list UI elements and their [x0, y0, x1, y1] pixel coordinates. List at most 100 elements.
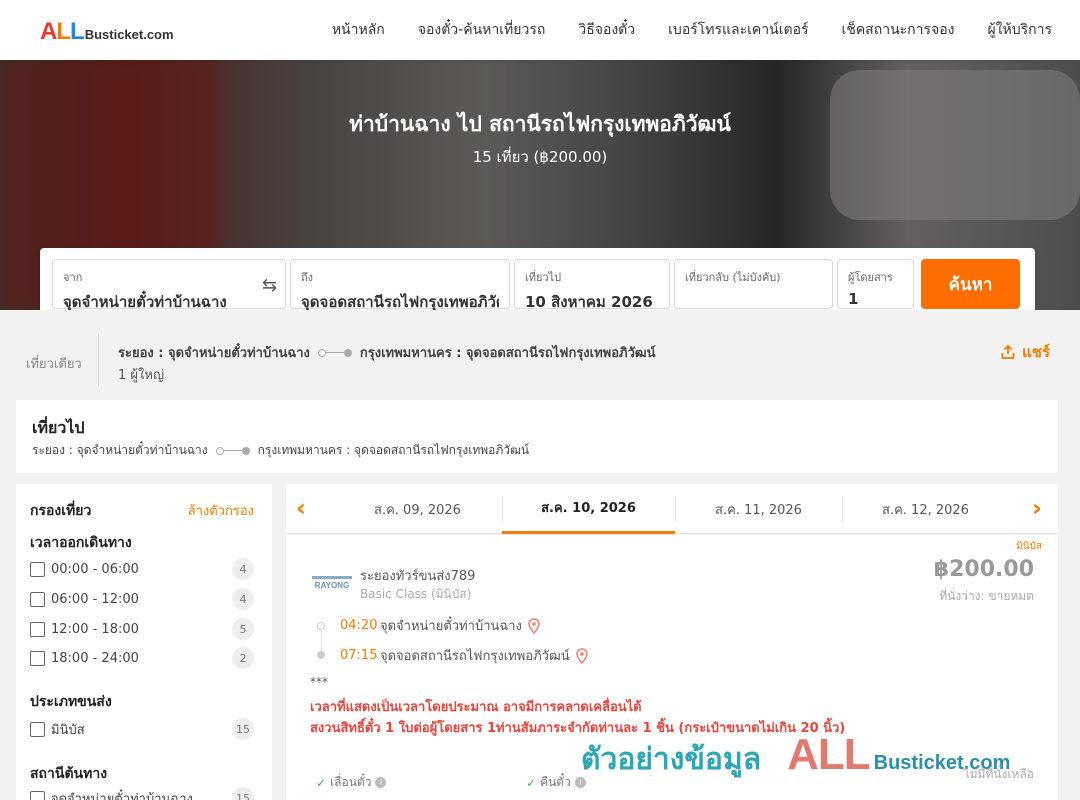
depart-date-value: 10 สิงหาคม 2026	[525, 293, 653, 310]
no-seats-left: ไม่มีที่นั่งเหลือ	[963, 767, 1034, 781]
to-value: จุดจอดสถานีรถไฟกรุงเทพอภิวัฒน์	[301, 293, 499, 310]
info-icon[interactable]: i	[375, 777, 387, 788]
check-icon: ✓	[316, 775, 327, 790]
trip-divider	[98, 334, 99, 386]
route-line-icon	[317, 348, 352, 357]
passenger-label: ผู้โดยสาร	[848, 271, 893, 284]
to-label: ถึง	[301, 271, 314, 284]
watermark-thai: ตัวอย่างข้อมูล	[581, 742, 762, 777]
filter-time-option[interactable]: 00:00 - 06:00 4	[30, 558, 254, 580]
logo-all-text: ALL	[40, 18, 85, 45]
filter-time-option[interactable]: 12:00 - 18:00 5	[30, 618, 254, 640]
clear-filters-link[interactable]: ล้างตัวกรอง	[188, 500, 254, 521]
nav-operators[interactable]: ผู้ให้บริการ	[987, 19, 1052, 41]
feature-label: เลื่อนตั๋ว	[330, 775, 372, 789]
from-field[interactable]: จาก จุดจำหน่ายตั๋วท่าบ้านฉาง	[52, 259, 286, 310]
option-count: 4	[232, 588, 254, 610]
operator-logo-text: RAYONG	[315, 581, 349, 590]
option-label: มินิบัส	[51, 722, 85, 738]
departure-stop: 04:20 จุดจำหน่ายตั๋วท่าบ้านฉาง	[320, 615, 540, 636]
note-marker: ***	[310, 675, 328, 689]
trip-result-card[interactable]: มินิบัส RAYONG ระยองทัวร์ขนส่ง789 Basic …	[286, 535, 1058, 800]
nav-contact-counters[interactable]: เบอร์โทรและเคาน์เตอร์	[668, 19, 808, 41]
option-count: 5	[232, 618, 254, 640]
arrival-time: 07:15	[340, 648, 378, 663]
bus-class: Basic Class (มินิบัส)	[360, 587, 472, 601]
trip-summary: เที่ยวเดียว ระยอง : จุดจำหน่ายตั๋วท่าบ้า…	[0, 310, 1080, 398]
date-selector: ‹ ส.ค. 09, 2026 ส.ค. 10, 2026 ส.ค. 11, 2…	[286, 484, 1058, 534]
outbound-title: เที่ยวไป	[32, 418, 85, 437]
option-count: 4	[232, 558, 254, 580]
checkbox[interactable]	[30, 650, 45, 666]
checkbox[interactable]	[30, 621, 45, 637]
map-pin-icon[interactable]	[528, 617, 540, 634]
info-icon[interactable]: i	[574, 777, 586, 788]
option-count: 15	[232, 718, 254, 740]
departure-stop-name: จุดจำหน่ายตั๋วท่าบ้านฉาง	[380, 619, 522, 634]
option-label: จุดจำหน่ายตั๋วท่าบ้านฉาง	[51, 791, 193, 800]
depart-date-label: เที่ยวไป	[525, 271, 562, 284]
route-line-icon	[215, 446, 250, 455]
date-tab[interactable]: ส.ค. 12, 2026	[842, 484, 1009, 534]
depart-date-field[interactable]: เที่ยวไป 10 สิงหาคม 2026	[514, 259, 670, 310]
departure-time-heading: เวลาออกเดินทาง	[30, 535, 132, 551]
checkbox[interactable]	[30, 591, 45, 607]
passenger-field[interactable]: ผู้โดยสาร 1	[837, 259, 914, 309]
outbound-route: ระยอง : จุดจำหน่ายตั๋วท่าบ้านฉาง กรุงเทพ…	[32, 441, 529, 460]
nav-home[interactable]: หน้าหลัก	[332, 19, 385, 41]
chevron-left-icon[interactable]: ‹	[296, 494, 306, 522]
main-nav: หน้าหลัก จองตั๋ว-ค้นหาเที่ยวรถ วิธีจองตั…	[332, 0, 1052, 60]
filter-origin-option[interactable]: จุดจำหน่ายตั๋วท่าบ้านฉาง 15	[30, 787, 254, 800]
checkbox[interactable]	[30, 790, 45, 800]
checkbox[interactable]	[30, 561, 45, 577]
origin-station-heading: สถานีต้นทาง	[30, 766, 108, 782]
outbound-destination: กรุงเทพมหานคร : จุดจอดสถานีรถไฟกรุงเทพอภ…	[257, 443, 530, 457]
nav-book-ticket[interactable]: จองตั๋ว-ค้นหาเที่ยวรถ	[418, 19, 546, 41]
date-tab-active[interactable]: ส.ค. 10, 2026	[502, 484, 675, 534]
checkbox[interactable]	[30, 721, 45, 737]
outbound-section: เที่ยวไป ระยอง : จุดจำหน่ายตั๋วท่าบ้านฉา…	[16, 400, 1058, 473]
sample-data-watermark: ตัวอย่างข้อมูล ALL Busticket.com	[581, 730, 1010, 783]
return-date-label: เที่ยวกลับ (ไม่บังคับ)	[685, 271, 781, 284]
return-date-field[interactable]: เที่ยวกลับ (ไม่บังคับ)	[674, 259, 833, 309]
option-label: 06:00 - 12:00	[51, 591, 139, 607]
filter-time-option[interactable]: 06:00 - 12:00 4	[30, 588, 254, 610]
operator-logo: RAYONG	[312, 576, 352, 590]
nav-check-booking[interactable]: เช็คสถานะการจอง	[842, 19, 955, 41]
trip-origin: ระยอง : จุดจำหน่ายตั๋วท่าบ้านฉาง	[118, 346, 310, 361]
ticket-price: ฿200.00	[933, 557, 1034, 582]
arrival-stop-name: จุดจอดสถานีรถไฟกรุงเทพอภิวัฒน์	[380, 649, 570, 664]
filter-vehicle-option[interactable]: มินิบัส 15	[30, 718, 254, 740]
passenger-value: 1	[848, 290, 859, 308]
notice-time-estimate: เวลาที่แสดงเป็นเวลาโดยประมาณ อาจมีการคลา…	[310, 700, 642, 715]
option-count: 2	[232, 647, 254, 669]
watermark-all: ALL	[787, 730, 871, 779]
trip-route: ระยอง : จุดจำหน่ายตั๋วท่าบ้านฉาง กรุงเทพ…	[118, 342, 656, 363]
from-label: จาก	[63, 271, 83, 284]
map-pin-icon[interactable]	[575, 647, 588, 664]
chevron-right-icon[interactable]: ›	[1032, 494, 1042, 522]
nav-how-to-book[interactable]: วิธีจองตั๋ว	[578, 19, 635, 41]
filter-panel: กรองเที่ยว ล้างตัวกรอง เวลาออกเดินทาง 00…	[16, 484, 272, 800]
site-logo[interactable]: ALL Busticket.com	[40, 18, 174, 46]
departure-time: 04:20	[340, 618, 378, 633]
route-title: ท่าบ้านฉาง ไป สถานีรถไฟกรุงเทพอภิวัฒน์	[349, 112, 731, 136]
share-button[interactable]: แชร์	[1000, 340, 1050, 364]
search-button[interactable]: ค้นหา	[921, 259, 1020, 309]
to-field[interactable]: ถึง จุดจอดสถานีรถไฟกรุงเทพอภิวัฒน์	[290, 259, 510, 310]
route-subtitle: 15 เที่ยว (฿200.00)	[472, 148, 608, 166]
option-label: 12:00 - 18:00	[51, 621, 139, 637]
swap-icon[interactable]: ⇆	[262, 275, 277, 296]
search-form: จาก จุดจำหน่ายตั๋วท่าบ้านฉาง ⇆ ถึง จุดจอ…	[40, 248, 1035, 310]
option-count: 15	[232, 787, 254, 800]
vehicle-type-heading: ประเภทขนส่ง	[30, 694, 112, 710]
logo-domain-text: Busticket.com	[84, 27, 174, 42]
outbound-origin: ระยอง : จุดจำหน่ายตั๋วท่าบ้านฉาง	[32, 443, 208, 457]
date-tab[interactable]: ส.ค. 11, 2026	[675, 484, 842, 534]
from-value: จุดจำหน่ายตั๋วท่าบ้านฉาง	[63, 293, 227, 310]
feature-refund: ✓ คืนตั๋ว i	[526, 773, 586, 792]
arrival-stop: 07:15 จุดจอดสถานีรถไฟกรุงเทพอภิวัฒน์	[320, 645, 588, 666]
trip-destination: กรุงเทพมหานคร : จุดจอดสถานีรถไฟกรุงเทพอภ…	[359, 346, 656, 361]
filter-time-option[interactable]: 18:00 - 24:00 2	[30, 647, 254, 669]
date-tab[interactable]: ส.ค. 09, 2026	[331, 484, 504, 534]
